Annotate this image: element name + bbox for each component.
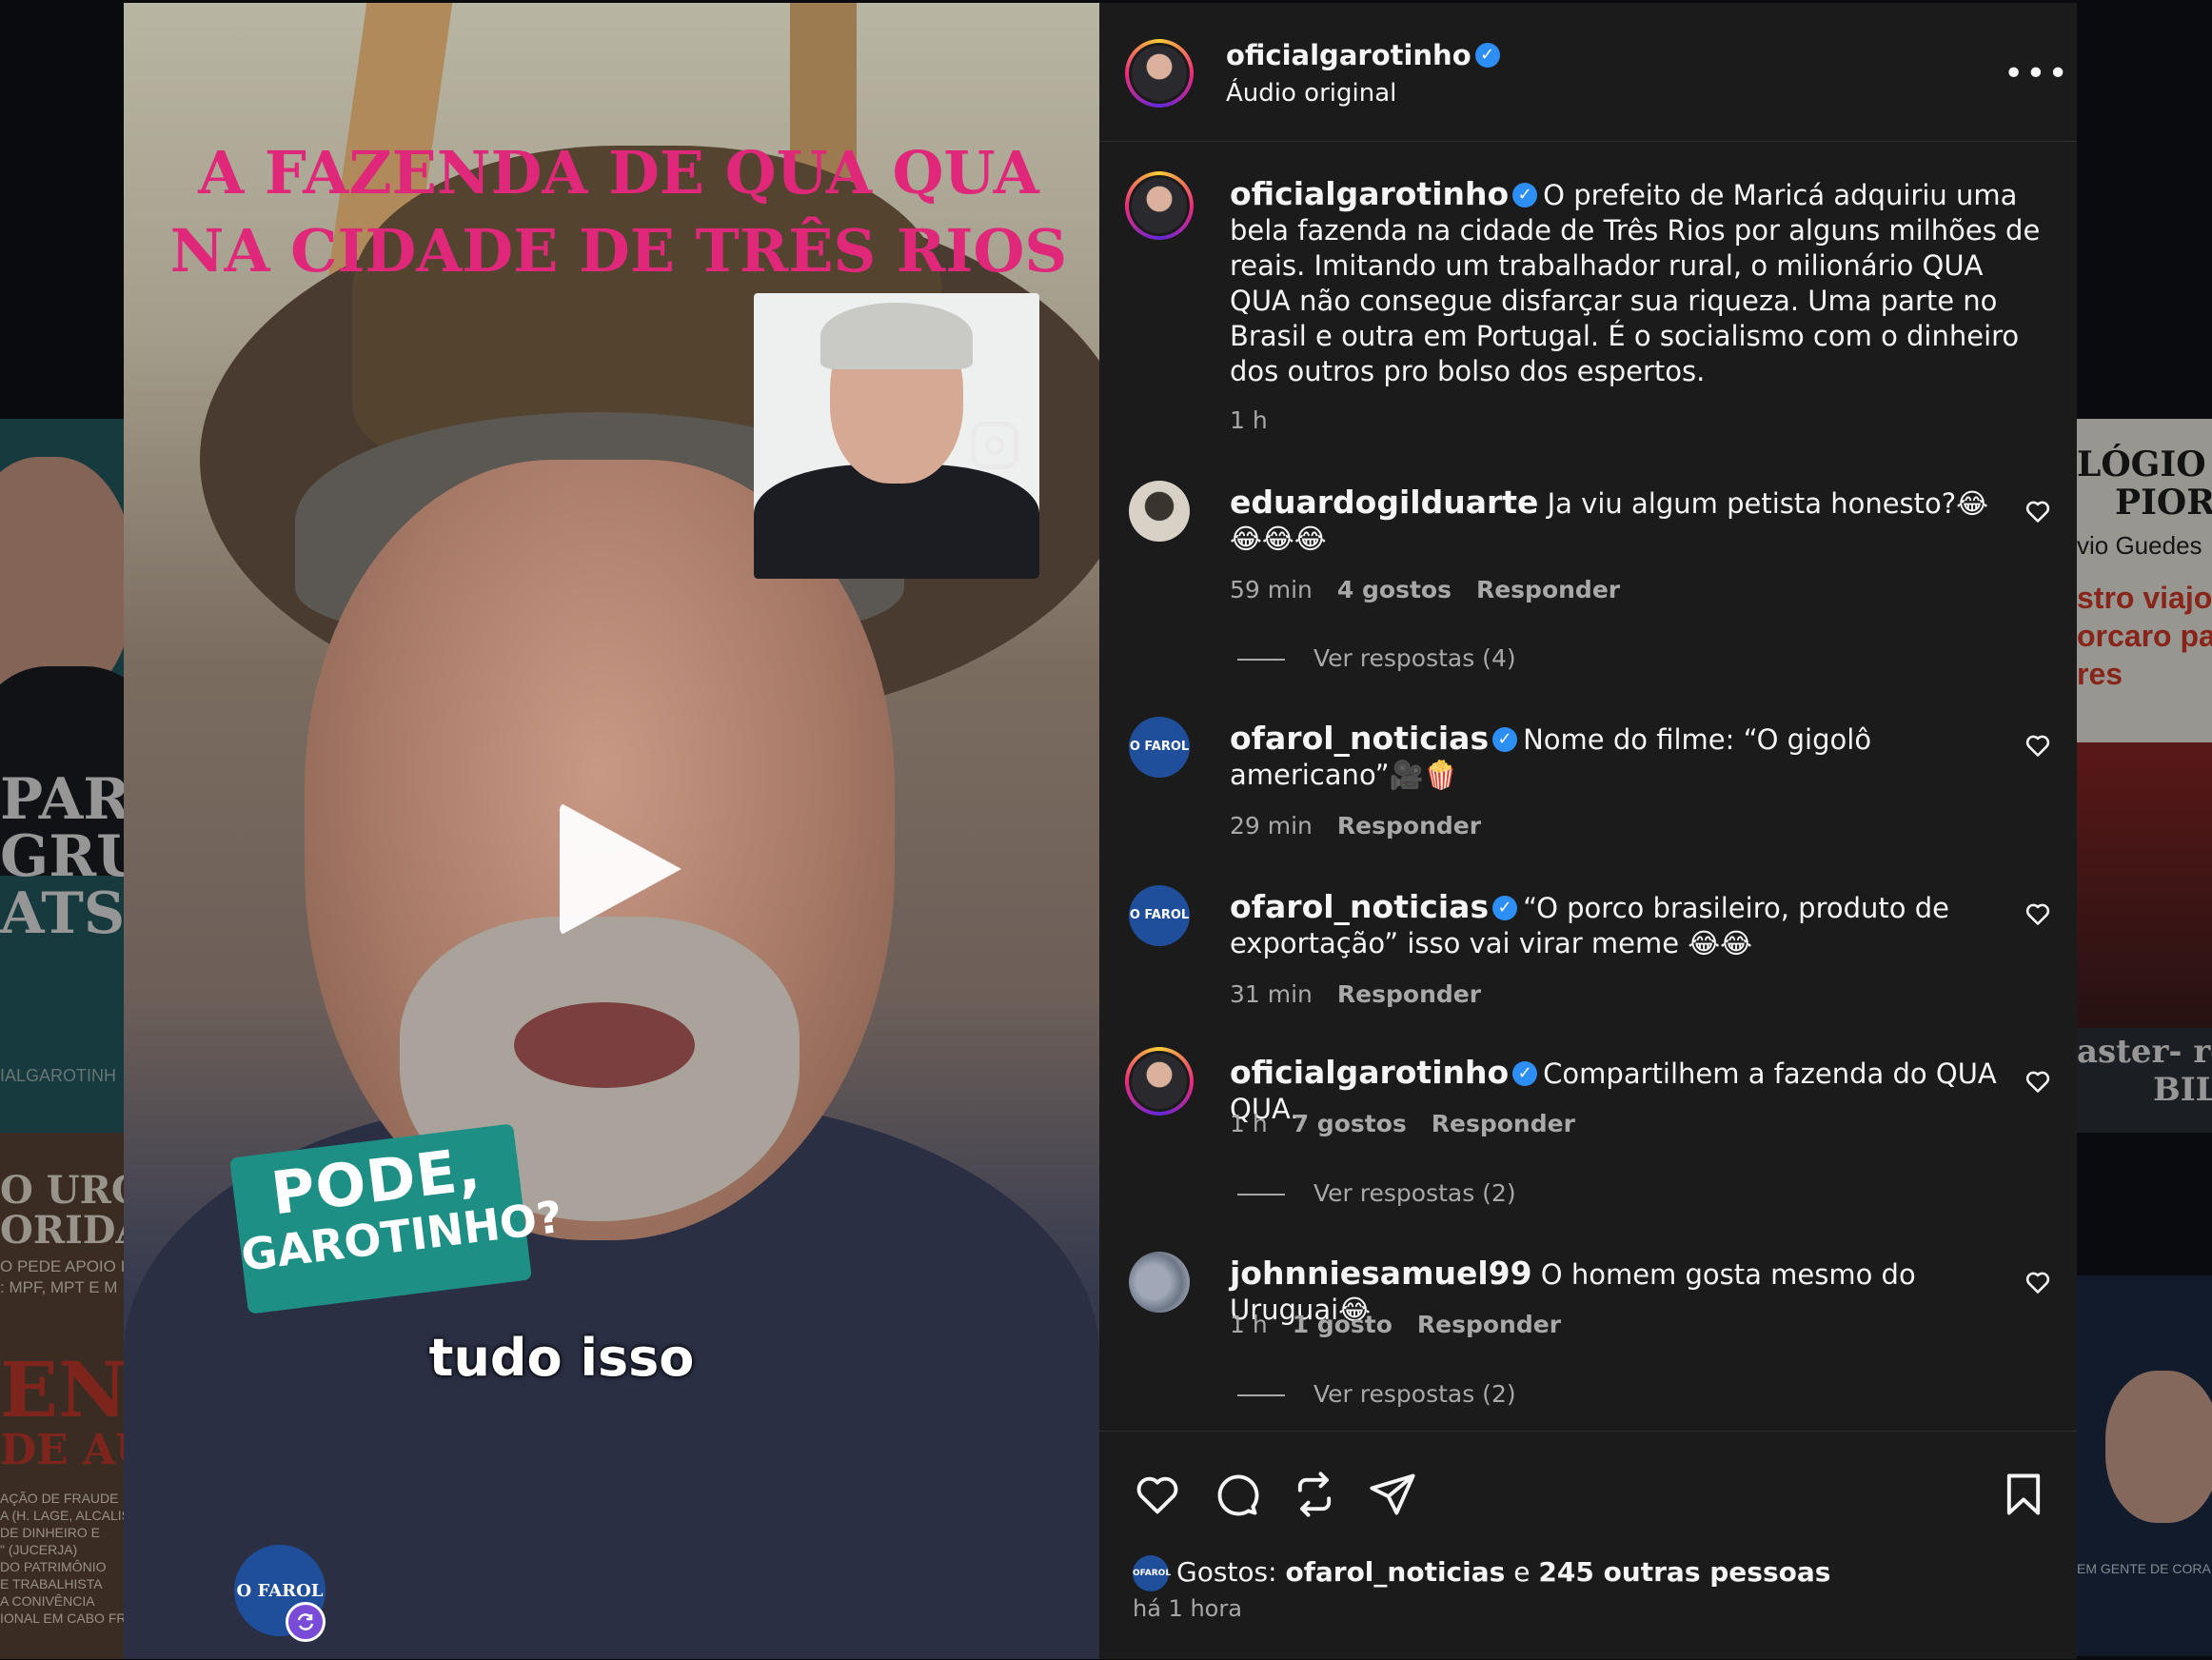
- header-username[interactable]: oficialgarotinho: [1226, 39, 1471, 71]
- likes-count-link[interactable]: 245 outras pessoas: [1538, 1556, 1830, 1588]
- comment-username[interactable]: eduardogilduarte: [1230, 484, 1538, 521]
- avatar[interactable]: [1129, 1252, 1190, 1313]
- reply-button[interactable]: Responder: [1476, 576, 1620, 603]
- header-audio-link[interactable]: Áudio original: [1226, 79, 1396, 108]
- comment-username[interactable]: ofarol_noticias: [1230, 888, 1489, 925]
- avatar[interactable]: [1129, 481, 1190, 542]
- comment-username[interactable]: johnniesamuel99: [1230, 1255, 1532, 1292]
- bg-card-left-top[interactable]: PART GRUP ATSAI IALGAROTINH: [0, 419, 124, 1133]
- comment-meta: 1 h 7 gostos Responder: [1230, 1106, 1600, 1141]
- comment-likes[interactable]: 1 gosto: [1293, 1311, 1392, 1338]
- avatar[interactable]: O FAROL: [1129, 717, 1190, 778]
- reply-button[interactable]: Responder: [1337, 812, 1481, 840]
- comment-likes[interactable]: 7 gostos: [1293, 1110, 1407, 1137]
- verified-icon: ✓: [1512, 1061, 1538, 1086]
- comment-username[interactable]: oficialgarotinho: [1230, 1054, 1509, 1091]
- liker-username[interactable]: ofarol_noticias: [1285, 1556, 1505, 1588]
- caption-body: oficialgarotinho ✓ O prefeito de Maricá ad…: [1230, 176, 2048, 389]
- comment-username[interactable]: ofarol_noticias: [1230, 720, 1489, 757]
- verified-icon: ✓: [1492, 727, 1518, 752]
- comment-meta: 59 min 4 gostos Responder: [1230, 572, 1645, 607]
- video-title-overlay: A FAZENDA DE QUA QUA NA CIDADE DE TRÊS R…: [169, 138, 1068, 286]
- like-comment-heart-icon[interactable]: [2024, 900, 2051, 927]
- view-replies-button[interactable]: Ver respostas (2): [1237, 1176, 1516, 1211]
- comment-meta: 29 min Responder: [1230, 808, 1506, 843]
- like-comment-heart-icon[interactable]: [2024, 1068, 2051, 1095]
- share-send-icon[interactable]: [1368, 1470, 1417, 1519]
- view-replies-button[interactable]: Ver respostas (2): [1237, 1376, 1516, 1412]
- caption-time[interactable]: 1 h: [1230, 406, 1268, 434]
- avatar[interactable]: O FAROL: [1129, 885, 1190, 946]
- reel-video[interactable]: A FAZENDA DE QUA QUA NA CIDADE DE TRÊS R…: [124, 3, 1099, 1659]
- instagram-icon: [971, 422, 1018, 469]
- video-mouth: [514, 1002, 695, 1088]
- avatar[interactable]: [1125, 1047, 1194, 1116]
- verified-icon: ✓: [1512, 183, 1538, 208]
- comment-meta: 1 h 1 gosto Responder: [1230, 1307, 1586, 1342]
- comment-time[interactable]: 1 h: [1230, 1311, 1268, 1338]
- comment-likes[interactable]: 4 gostos: [1337, 576, 1452, 603]
- post-panel: oficialgarotinho ✓ Áudio original ••• ofi…: [1099, 3, 2077, 1659]
- reply-button[interactable]: Responder: [1337, 980, 1481, 1008]
- like-comment-heart-icon[interactable]: [2024, 498, 2051, 524]
- comment-time[interactable]: 29 min: [1230, 812, 1313, 840]
- comment-time[interactable]: 1 h: [1230, 1110, 1268, 1137]
- comment-body: eduardogilduarte Ja viu algum petista ho…: [1230, 484, 2001, 557]
- bg-card-left-bottom[interactable]: O URGE ORIDAD O PEDE APOIO I : MPF, MPT …: [0, 1133, 124, 1659]
- like-heart-icon[interactable]: [1133, 1470, 1182, 1519]
- verified-icon: ✓: [1492, 896, 1518, 920]
- liker-avatar[interactable]: OFAROL: [1133, 1555, 1171, 1591]
- reply-button[interactable]: Responder: [1417, 1311, 1561, 1338]
- bg-card-right-bottom[interactable]: EM GENTE DE CORA: [2077, 1275, 2212, 1656]
- verified-icon: ✓: [1474, 43, 1500, 68]
- avatar[interactable]: [1125, 171, 1194, 240]
- post-header: oficialgarotinho ✓ Áudio original •••: [1099, 3, 2077, 142]
- like-comment-heart-icon[interactable]: [2024, 732, 2051, 759]
- repost-icon[interactable]: [1290, 1470, 1339, 1519]
- comment-username[interactable]: oficialgarotinho: [1230, 175, 1509, 212]
- more-options-icon[interactable]: •••: [2004, 54, 2070, 93]
- post-time[interactable]: há 1 hora: [1133, 1595, 1242, 1622]
- likes-summary: OFAROL Gostos: ofarol_noticias e 245 outr…: [1133, 1555, 1830, 1591]
- save-bookmark-icon[interactable]: [1999, 1470, 2048, 1519]
- reply-button[interactable]: Responder: [1432, 1110, 1575, 1137]
- comment-time[interactable]: 59 min: [1230, 576, 1313, 603]
- remix-icon[interactable]: [286, 1602, 326, 1642]
- comment-time[interactable]: 31 min: [1230, 980, 1313, 1008]
- bg-card-right-top[interactable]: LÓGIO N/ PIOR vio Guedes stro viajo orca…: [2077, 419, 2212, 1133]
- post-actions: OFAROL Gostos: ofarol_noticias e 245 outr…: [1099, 1431, 2077, 1660]
- like-comment-heart-icon[interactable]: [2024, 1269, 2051, 1295]
- play-icon[interactable]: [560, 802, 681, 936]
- comment-body: ofarol_noticias ✓ “O porco brasileiro, pro…: [1230, 889, 2001, 961]
- header-username-row: oficialgarotinho ✓: [1226, 39, 1506, 71]
- video-caption: tudo isso: [428, 1328, 695, 1388]
- comment-meta: 31 min Responder: [1230, 977, 1506, 1012]
- avatar[interactable]: [1125, 39, 1194, 108]
- view-replies-button[interactable]: Ver respostas (4): [1237, 641, 1516, 676]
- comment-icon[interactable]: [1212, 1470, 1261, 1519]
- comment-body: ofarol_noticias ✓ Nome do filme: “O gigolô…: [1230, 721, 2001, 793]
- caption-meta: 1 h: [1230, 403, 1293, 438]
